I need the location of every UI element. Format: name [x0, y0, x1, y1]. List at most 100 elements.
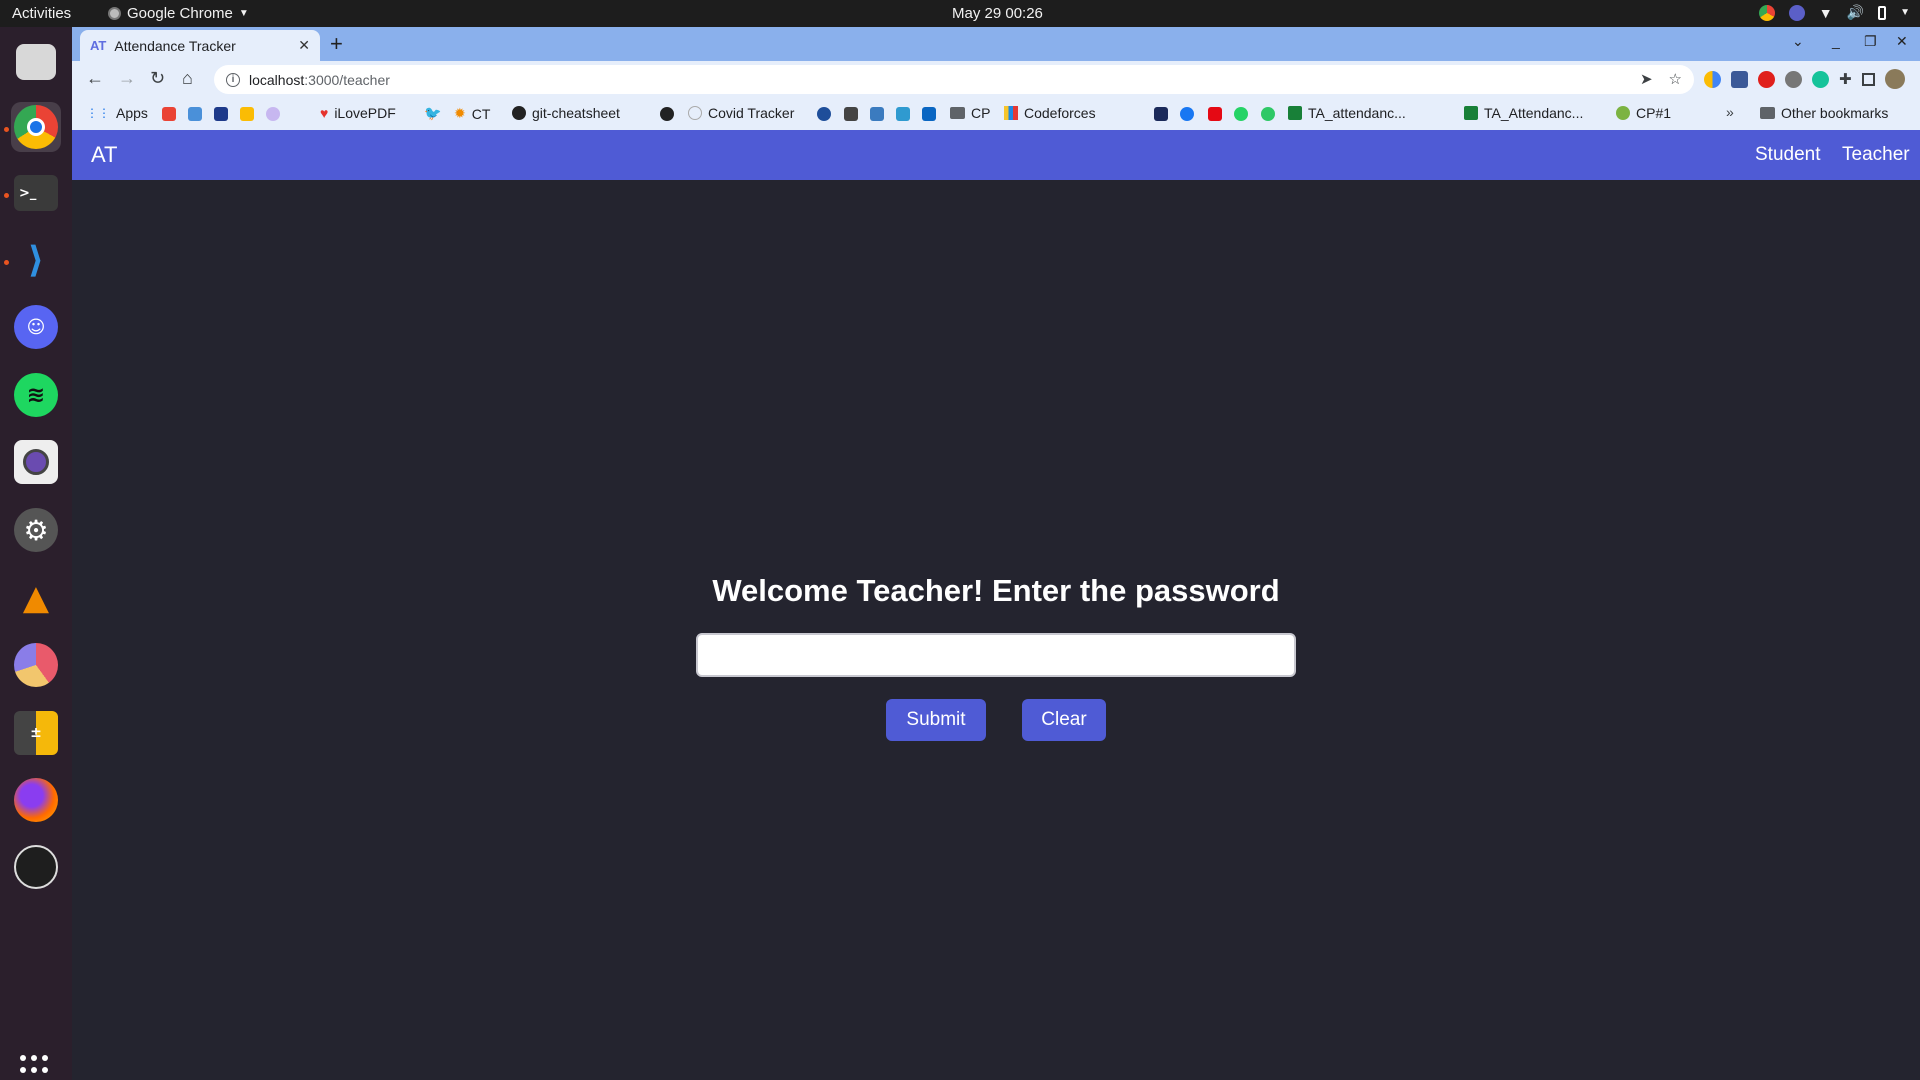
- pie-chart-icon: [14, 643, 58, 687]
- bookmark-codeforces[interactable]: Codeforces: [1004, 105, 1096, 121]
- dock-files[interactable]: [11, 37, 61, 87]
- nav-student[interactable]: Student: [1755, 144, 1821, 166]
- terminal-icon: >_: [14, 175, 58, 211]
- sun-icon: ✹: [454, 105, 466, 121]
- reload-icon[interactable]: ↻: [150, 68, 165, 88]
- bookmark-icon[interactable]: [214, 107, 228, 121]
- running-indicator: [4, 127, 9, 132]
- bookmark-git-cheatsheet[interactable]: git-cheatsheet: [512, 105, 620, 121]
- download-extension-icon[interactable]: [1731, 70, 1748, 88]
- play-icon[interactable]: [817, 107, 831, 121]
- nav-teacher[interactable]: Teacher: [1842, 144, 1910, 166]
- brand-link[interactable]: AT: [91, 142, 117, 168]
- twitter-icon[interactable]: 🐦: [424, 105, 441, 122]
- clear-button[interactable]: Clear: [1022, 699, 1106, 741]
- tab-search-icon[interactable]: ⌄: [1792, 33, 1804, 50]
- restore-icon[interactable]: ❐: [1864, 33, 1877, 50]
- facebook-icon[interactable]: [1180, 107, 1194, 121]
- activities-button[interactable]: Activities: [12, 5, 71, 22]
- bookmark-icon[interactable]: [188, 107, 202, 121]
- avatar[interactable]: [1884, 69, 1905, 89]
- tab-attendance-tracker[interactable]: AT Attendance Tracker ✕: [80, 30, 320, 61]
- back-icon[interactable]: ←: [86, 68, 104, 88]
- bookmark-icon[interactable]: [870, 107, 884, 121]
- gmail-icon[interactable]: [162, 107, 176, 121]
- app-menu-label: Google Chrome: [127, 5, 233, 22]
- bookmark-label: Apps: [116, 105, 148, 121]
- dock-terminal[interactable]: >_: [11, 168, 61, 218]
- dock-calculator[interactable]: ±: [11, 708, 61, 758]
- site-info-icon[interactable]: i: [226, 72, 240, 87]
- files-icon: [16, 44, 56, 80]
- chrome-tray-icon[interactable]: [1758, 4, 1775, 21]
- bookmark-icon[interactable]: [844, 107, 858, 121]
- dock-pie-chart[interactable]: [11, 640, 61, 690]
- send-icon[interactable]: ➤: [1640, 70, 1653, 88]
- opera-extension-icon[interactable]: [1758, 70, 1775, 88]
- app-menu[interactable]: Google Chrome ▼: [108, 5, 249, 22]
- show-applications-icon[interactable]: [20, 1055, 52, 1080]
- tab-favicon-icon: AT: [90, 38, 107, 53]
- bookmark-apps[interactable]: ⋮⋮ Apps: [86, 105, 148, 121]
- dock-chrome[interactable]: [11, 102, 61, 152]
- tab-title: Attendance Tracker: [114, 37, 236, 54]
- firefox-icon: [14, 778, 58, 822]
- grammarly-icon[interactable]: [1812, 70, 1829, 88]
- extension-icon[interactable]: [1785, 70, 1802, 88]
- apps-grid-icon: ⋮⋮: [86, 106, 110, 120]
- tab-close-icon[interactable]: ✕: [298, 37, 310, 54]
- clock[interactable]: May 29 00:26: [952, 5, 1043, 22]
- other-bookmarks[interactable]: Other bookmarks: [1760, 105, 1888, 121]
- dock-discord[interactable]: ☺: [11, 302, 61, 352]
- home-icon[interactable]: ⌂: [182, 68, 193, 88]
- system-menu-caret-icon[interactable]: ▼: [1900, 7, 1910, 18]
- new-tab-icon[interactable]: +: [330, 33, 343, 55]
- minimize-icon[interactable]: _: [1832, 33, 1840, 49]
- browser-toolbar: ← → ↻ ⌂ i localhost:3000/teacher ➤ ☆ ✚ ⋮: [72, 61, 1920, 98]
- github-icon[interactable]: [660, 107, 674, 121]
- calculator-icon: ±: [14, 711, 58, 755]
- teams-tray-icon[interactable]: [1788, 4, 1805, 21]
- bookmark-cp1[interactable]: CP#1: [1616, 105, 1671, 121]
- bookmark-icon[interactable]: [1154, 107, 1168, 121]
- linkedin-icon[interactable]: [922, 107, 936, 121]
- extension-icon[interactable]: [1704, 70, 1721, 88]
- dock-vscode[interactable]: ⟩: [11, 235, 61, 285]
- side-panel-icon[interactable]: [1861, 72, 1875, 86]
- bookmark-star-icon[interactable]: ☆: [1669, 70, 1682, 88]
- whatsapp-icon[interactable]: [1234, 107, 1248, 121]
- bookmark-ilovepdf[interactable]: ♥ iLovePDF: [320, 105, 396, 121]
- sheets-icon: [1288, 106, 1302, 120]
- more-bookmarks-icon[interactable]: »: [1726, 104, 1734, 120]
- dock-vlc[interactable]: ▲: [11, 573, 61, 623]
- chrome-menu-icon[interactable]: ⋮: [1915, 69, 1920, 89]
- dock-settings[interactable]: ⚙: [11, 505, 61, 555]
- volume-icon: 🔊: [1846, 4, 1865, 20]
- drive-icon[interactable]: [240, 107, 254, 121]
- submit-button[interactable]: Submit: [886, 699, 986, 741]
- dock-camera[interactable]: [11, 437, 61, 487]
- bookmark-folder-cp[interactable]: CP: [950, 105, 990, 121]
- bookmark-ta-attendance-1[interactable]: TA_attendanc...: [1288, 105, 1406, 121]
- bookmark-ta-attendance-2[interactable]: TA_Attendanc...: [1464, 105, 1583, 121]
- forward-icon[interactable]: →: [118, 68, 136, 88]
- bookmark-covid-tracker[interactable]: Covid Tracker: [688, 105, 794, 121]
- bookmark-label: TA_Attendanc...: [1484, 105, 1584, 121]
- close-window-icon[interactable]: ✕: [1896, 33, 1908, 50]
- bookmarks-bar: ⋮⋮ Apps ♥ iLovePDF 🐦 ✹ CT git-cheatsheet…: [72, 98, 1920, 130]
- globe-icon: [688, 106, 702, 120]
- bookmark-icon[interactable]: [1261, 107, 1275, 121]
- netflix-icon[interactable]: [1208, 107, 1222, 121]
- chart-icon[interactable]: [896, 107, 910, 121]
- extensions-row: ✚ ⋮: [1704, 69, 1920, 89]
- dock-obs[interactable]: [11, 842, 61, 892]
- folder-icon: [1760, 107, 1775, 119]
- system-tray[interactable]: ▼ 🔊 ▼: [1758, 4, 1910, 21]
- password-input[interactable]: [696, 633, 1296, 677]
- dock-spotify[interactable]: ≋: [11, 370, 61, 420]
- bookmark-ct[interactable]: ✹ CT: [454, 105, 490, 122]
- extensions-puzzle-icon[interactable]: ✚: [1839, 70, 1852, 88]
- bookmark-icon[interactable]: [266, 107, 280, 121]
- dock-firefox[interactable]: [11, 775, 61, 825]
- address-bar[interactable]: i localhost:3000/teacher ➤ ☆: [214, 65, 1694, 94]
